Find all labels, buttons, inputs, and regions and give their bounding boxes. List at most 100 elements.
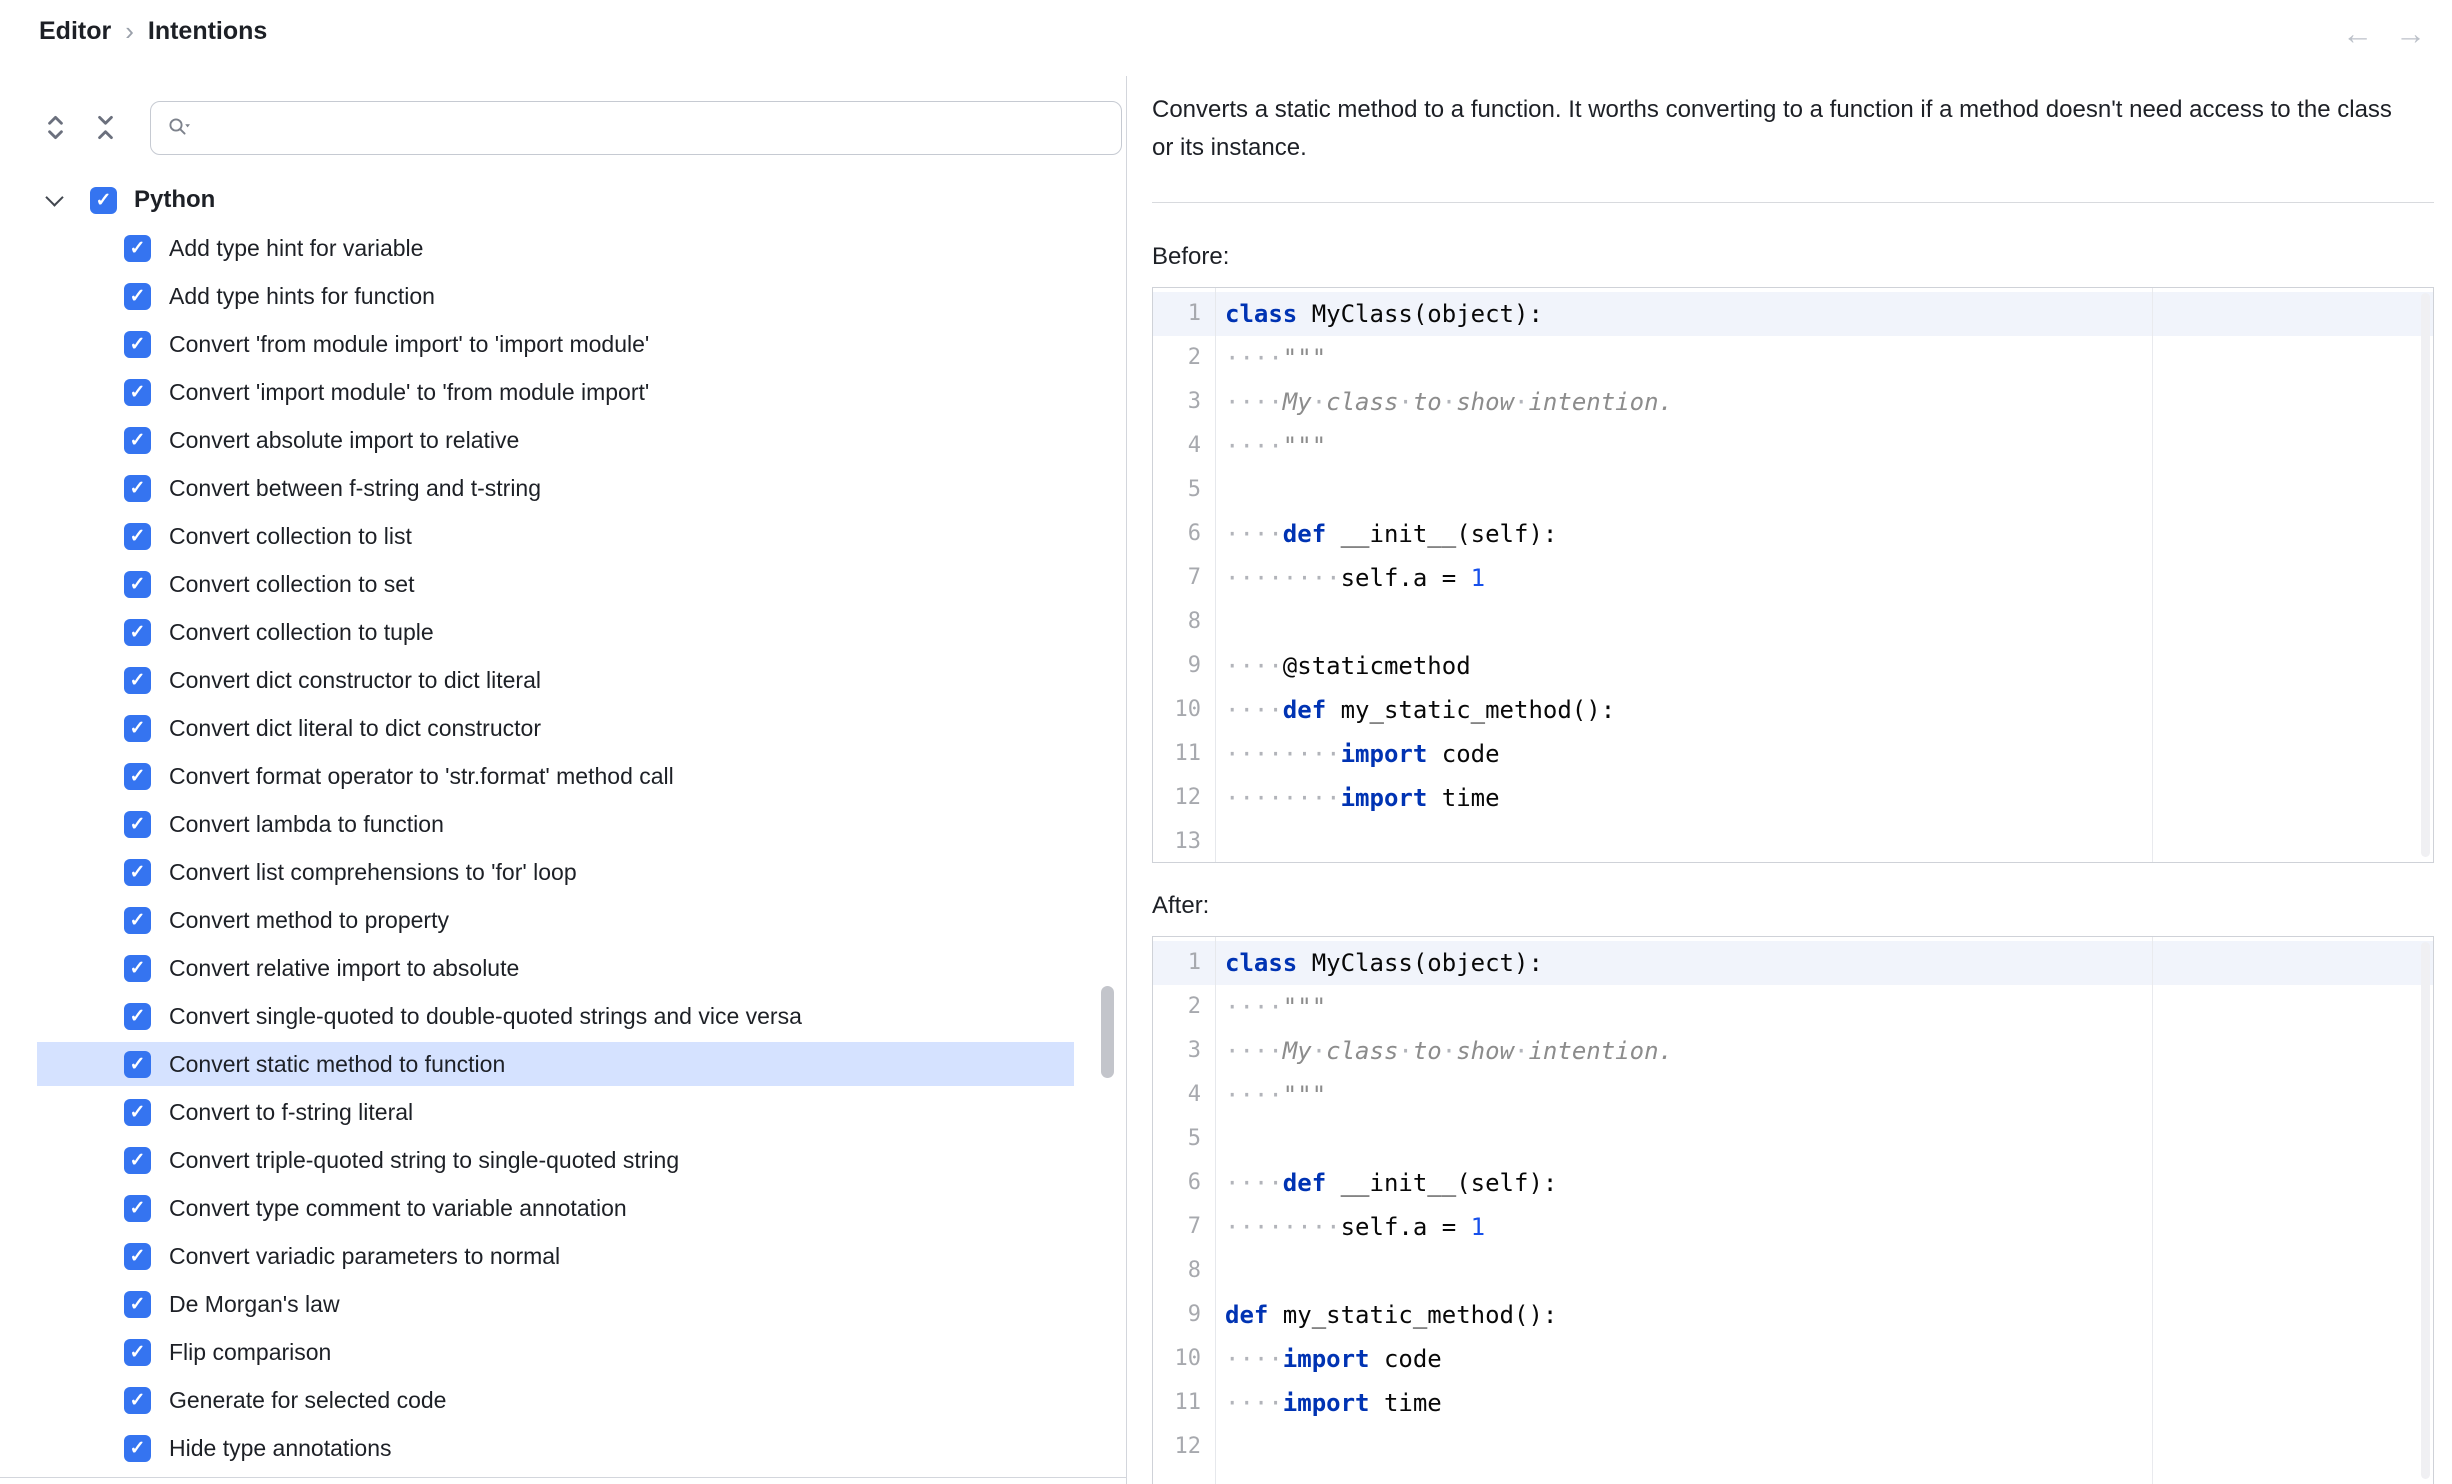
item-label: Add type hint for variable: [169, 235, 423, 262]
before-label: Before:: [1152, 243, 1229, 271]
item-label: De Morgan's law: [169, 1291, 340, 1318]
code-line: 11····import time: [1153, 1381, 2433, 1425]
item-label: Convert single-quoted to double-quoted s…: [169, 1003, 802, 1030]
item-label: Convert format operator to 'str.format' …: [169, 763, 674, 790]
list-item[interactable]: ✓ Convert to f-string literal: [0, 1088, 1126, 1136]
item-checkbox[interactable]: ✓: [124, 427, 151, 454]
list-item[interactable]: ✓Convert absolute import to relative: [0, 416, 1126, 464]
code-line: 5: [1153, 1117, 2433, 1161]
code-line: 3····My·class·to·show·intention.: [1153, 1029, 2433, 1073]
item-checkbox[interactable]: ✓: [124, 1003, 151, 1030]
list-item[interactable]: ✓ Convert type comment to variable annota…: [0, 1184, 1126, 1232]
item-label: Convert list comprehensions to 'for' loo…: [169, 859, 577, 886]
list-item[interactable]: ✓Convert triple-quoted string to single-…: [0, 1136, 1126, 1184]
list-item[interactable]: ✓ Convert format operator to 'str.format'…: [0, 752, 1126, 800]
line-number: 7: [1153, 1205, 1215, 1249]
item-checkbox[interactable]: ✓: [124, 331, 151, 358]
item-checkbox[interactable]: ✓: [124, 283, 151, 310]
line-number: 6: [1153, 1161, 1215, 1205]
before-editor-scrollbar[interactable]: [2421, 293, 2430, 857]
list-item[interactable]: ✓Convert relative import to absolute: [0, 944, 1126, 992]
item-checkbox[interactable]: ✓: [124, 811, 151, 838]
list-item[interactable]: ✓Hide type annotations: [0, 1424, 1126, 1472]
item-checkbox[interactable]: ✓: [124, 955, 151, 982]
code-line: 2····""": [1153, 985, 2433, 1029]
item-checkbox[interactable]: ✓: [124, 1387, 151, 1414]
line-number: 4: [1153, 1073, 1215, 1117]
code-line: 13: [1153, 820, 2433, 863]
back-arrow-icon[interactable]: ←: [2342, 16, 2373, 52]
history-nav: ← →: [2342, 16, 2426, 52]
breadcrumb-intentions: Intentions: [148, 17, 267, 46]
item-checkbox[interactable]: ✓: [124, 715, 151, 742]
list-item[interactable]: ✓Generate for selected code: [0, 1376, 1126, 1424]
list-item[interactable]: ✓ Convert single-quoted to double-quoted …: [0, 992, 1126, 1040]
list-item[interactable]: ✓ Convert collection to tuple: [0, 608, 1126, 656]
panel-divider: [1126, 76, 1127, 1484]
list-item[interactable]: ✓ Convert list comprehensions to 'for' lo…: [0, 848, 1126, 896]
list-item[interactable]: ✓ De Morgan's law: [0, 1280, 1126, 1328]
list-item[interactable]: ✓Convert lambda to function: [0, 800, 1126, 848]
list-item[interactable]: ✓Convert between f-string and t-string: [0, 464, 1126, 512]
forward-arrow-icon[interactable]: →: [2395, 16, 2426, 52]
python-checkbox[interactable]: ✓: [90, 187, 117, 214]
item-checkbox[interactable]: ✓: [124, 235, 151, 262]
list-item[interactable]: ✓Add type hints for function: [0, 272, 1126, 320]
line-number: 4: [1153, 424, 1215, 468]
item-checkbox[interactable]: ✓: [124, 667, 151, 694]
item-label: Convert collection to list: [169, 523, 412, 550]
code-line: 4····""": [1153, 1073, 2433, 1117]
item-checkbox[interactable]: ✓: [124, 1195, 151, 1222]
tree-root-row-python[interactable]: ✓ Python: [0, 176, 1126, 224]
list-item[interactable]: ✓Convert 'import module' to 'from module…: [0, 368, 1126, 416]
list-scrollbar-thumb[interactable]: [1101, 986, 1114, 1078]
item-checkbox[interactable]: ✓: [124, 571, 151, 598]
item-checkbox[interactable]: ✓: [124, 1243, 151, 1270]
line-number: 11: [1153, 732, 1215, 776]
item-checkbox[interactable]: ✓: [124, 379, 151, 406]
code-line: 6····def __init__(self):: [1153, 1161, 2433, 1205]
list-item[interactable]: ✓ Convert collection to list: [0, 512, 1126, 560]
search-field[interactable]: [150, 101, 1122, 155]
item-checkbox[interactable]: ✓: [124, 763, 151, 790]
search-input[interactable]: [199, 114, 1105, 143]
list-item[interactable]: ✓Convert variadic parameters to normal: [0, 1232, 1126, 1280]
item-label: Convert collection to tuple: [169, 619, 434, 646]
list-item[interactable]: ✓Convert dict literal to dict constructo…: [0, 704, 1126, 752]
line-number: 10: [1153, 1337, 1215, 1381]
after-editor-scrollbar[interactable]: [2421, 942, 2430, 1479]
line-number: 7: [1153, 556, 1215, 600]
item-checkbox[interactable]: ✓: [124, 1051, 151, 1078]
list-item[interactable]: ✓Convert dict constructor to dict litera…: [0, 656, 1126, 704]
item-checkbox[interactable]: ✓: [124, 619, 151, 646]
item-label: Convert to f-string literal: [169, 1099, 413, 1126]
item-label: Convert type comment to variable annotat…: [169, 1195, 627, 1222]
item-checkbox[interactable]: ✓: [124, 1099, 151, 1126]
chevron-down-icon[interactable]: [45, 188, 63, 206]
item-checkbox[interactable]: ✓: [124, 475, 151, 502]
item-checkbox[interactable]: ✓: [124, 1435, 151, 1462]
item-checkbox[interactable]: ✓: [124, 859, 151, 886]
line-number: 2: [1153, 985, 1215, 1029]
collapse-all-icon[interactable]: [90, 112, 120, 142]
list-item[interactable]: ✓Convert 'from module import' to 'import…: [0, 320, 1126, 368]
after-code-lines: 1class MyClass(object):2····"""3····My·c…: [1153, 937, 2433, 1469]
breadcrumb-editor[interactable]: Editor: [39, 17, 111, 46]
item-checkbox[interactable]: ✓: [124, 1291, 151, 1318]
item-checkbox[interactable]: ✓: [124, 907, 151, 934]
after-label: After:: [1152, 892, 1209, 920]
code-line: 12: [1153, 1425, 2433, 1469]
list-item[interactable]: ✓Convert collection to set: [0, 560, 1126, 608]
expand-all-icon[interactable]: [40, 112, 70, 142]
line-number: 9: [1153, 1293, 1215, 1337]
item-checkbox[interactable]: ✓: [124, 1147, 151, 1174]
item-checkbox[interactable]: ✓: [124, 523, 151, 550]
list-item[interactable]: ✓ Add type hint for variable: [0, 224, 1126, 272]
tree-root-label: Python: [134, 186, 215, 214]
list-item[interactable]: ✓Convert method to property: [0, 896, 1126, 944]
list-item[interactable]: ✓Convert static method to function: [0, 1040, 1126, 1088]
item-checkbox[interactable]: ✓: [124, 1339, 151, 1366]
line-number: 2: [1153, 336, 1215, 380]
list-item[interactable]: ✓Flip comparison: [0, 1328, 1126, 1376]
line-number: 11: [1153, 1381, 1215, 1425]
